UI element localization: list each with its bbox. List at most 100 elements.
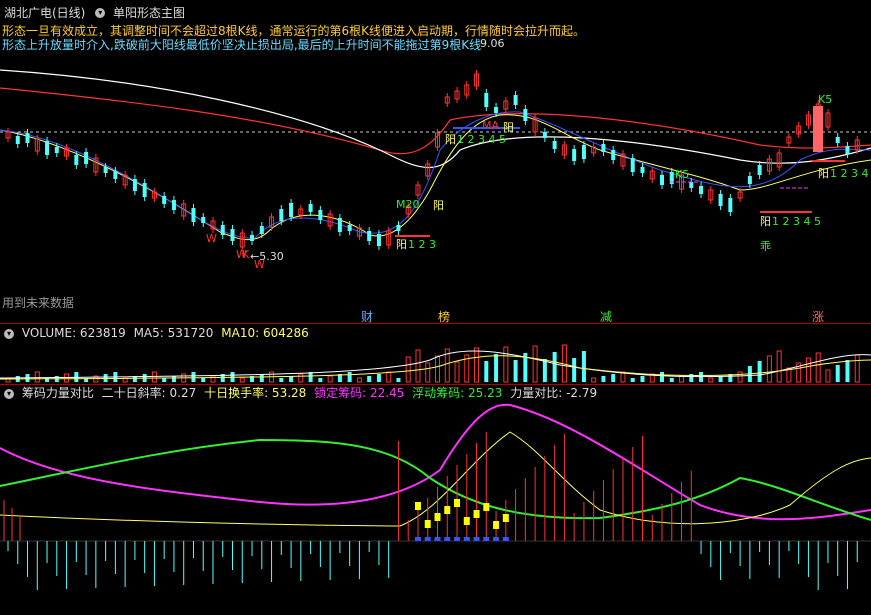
volume-bar-down: [757, 361, 762, 382]
yang-marker-4: 阳: [760, 215, 771, 228]
chip-block-yellow: [483, 503, 490, 511]
chips-title: 筹码力量对比: [21, 386, 94, 400]
volume-bar-down: [191, 372, 196, 382]
candle-body-down: [367, 231, 372, 241]
volume-bar-down: [318, 378, 323, 382]
chips-power: 力量对比: -2.79: [510, 386, 598, 400]
candle-body-down: [220, 225, 225, 235]
volume-bar-up: [210, 375, 216, 383]
chip-block-yellow: [454, 499, 461, 507]
volume-bar-down: [660, 372, 665, 382]
candle-body-down: [45, 141, 50, 155]
chip-block-blue: [414, 537, 421, 541]
volume-bar-down: [601, 376, 606, 382]
volume-toggle-icon[interactable]: ▾: [4, 328, 14, 339]
chip-block-blue: [444, 537, 451, 541]
candle-body-down: [113, 171, 118, 179]
chip-block-yellow: [493, 521, 500, 529]
volume-bar-down: [279, 378, 284, 382]
k5-marker: K5: [818, 93, 833, 106]
candle-body-down: [513, 95, 518, 105]
candle-body-down: [259, 226, 264, 234]
chip-block-blue: [473, 537, 480, 541]
volume-bar-up: [815, 352, 821, 383]
tag-cai[interactable]: 财: [361, 310, 373, 324]
volume-bar-down: [376, 374, 381, 382]
candle-body-down: [74, 155, 79, 165]
volume-bar-up: [503, 346, 509, 383]
volume-bar-up: [854, 354, 860, 383]
volume-bar-down: [572, 358, 577, 382]
volume-bar-up: [415, 349, 421, 383]
count-label-4: 1 2 3 4 5: [830, 167, 871, 180]
volume-bar-up: [425, 362, 431, 383]
candle-body-down: [308, 204, 313, 212]
count-label-2: 1 2 3: [408, 238, 436, 251]
volume-bar-up: [454, 361, 460, 383]
candle-body-down: [132, 179, 137, 191]
volume-bar-up: [151, 371, 157, 383]
ma-marker: MA: [482, 119, 500, 132]
w-marker: W: [206, 232, 217, 245]
volume-bar-down: [669, 378, 674, 382]
yang-marker-3: 阳: [396, 238, 407, 251]
candle-body-down: [201, 217, 206, 223]
tag-bang[interactable]: 榜: [438, 310, 450, 324]
candle-body-down: [376, 234, 381, 246]
volume-bar-up: [356, 377, 362, 383]
volume-bar-down: [201, 378, 206, 382]
main-chart-canvas[interactable]: [0, 0, 871, 615]
volume-bar-down: [630, 378, 635, 382]
candle-body-down: [747, 176, 752, 184]
candle-body-down: [845, 146, 850, 154]
tag-jian[interactable]: 减: [600, 310, 612, 324]
volume-bar-down: [611, 374, 616, 382]
chip-block-yellow: [473, 510, 480, 518]
volume-bar-up: [405, 356, 411, 383]
future-data-label: 用到未来数据: [2, 296, 75, 310]
chip-block-yellow: [463, 517, 470, 525]
k-marker: K: [242, 248, 250, 261]
candle-body-down: [581, 145, 586, 159]
volume-ma5: MA5: 531720: [133, 326, 214, 340]
candle-body-down: [552, 141, 557, 149]
chip-block-yellow: [502, 514, 509, 522]
volume-bar-down: [308, 372, 313, 382]
volume-bar-down: [259, 374, 264, 382]
candle-body-down: [699, 186, 704, 194]
chip-block-yellow: [434, 513, 441, 521]
candle-body-down: [171, 200, 176, 210]
guai-marker: 乖: [760, 240, 771, 253]
candle-body-down: [835, 137, 840, 143]
price-high-label: 9.06: [480, 37, 505, 50]
candle-body-down: [230, 229, 235, 241]
chip-block-blue: [483, 537, 490, 541]
candle-body-down: [347, 225, 352, 231]
volume-bar-down: [494, 354, 499, 382]
candle-body-down: [142, 183, 147, 197]
volume-bar-down: [542, 359, 547, 382]
volume-header: ▾ VOLUME: 623819 MA5: 531720 MA10: 60428…: [4, 326, 309, 340]
volume-bar-up: [776, 350, 782, 383]
chips-header: ▾ 筹码力量对比 二十日斜率: 0.27 十日换手率: 53.28 锁定筹码: …: [4, 386, 597, 400]
candle-body-down: [54, 147, 59, 153]
candle-body-down: [523, 109, 528, 121]
yang-marker-2: 阳: [433, 199, 444, 212]
volume-bar-down: [835, 365, 840, 382]
candle-body-down: [396, 225, 401, 231]
tag-zhang[interactable]: 涨: [812, 310, 824, 324]
m20-marker: M20: [396, 198, 420, 211]
volume-bar-up: [239, 377, 245, 383]
volume-bar-down: [640, 376, 645, 382]
chips-toggle-icon[interactable]: ▾: [4, 388, 14, 399]
volume-bar-down: [845, 360, 850, 382]
candle-body-down: [191, 208, 196, 222]
candle-body-down: [718, 194, 723, 206]
chips-locked: 锁定筹码: 22.45: [314, 386, 405, 400]
candle-body-down: [689, 182, 694, 188]
chip-block-blue: [454, 537, 461, 541]
candle-body-down: [84, 152, 89, 164]
chip-block-yellow: [424, 520, 431, 528]
volume-bar-down: [552, 352, 557, 382]
chip-block-yellow: [414, 502, 421, 510]
